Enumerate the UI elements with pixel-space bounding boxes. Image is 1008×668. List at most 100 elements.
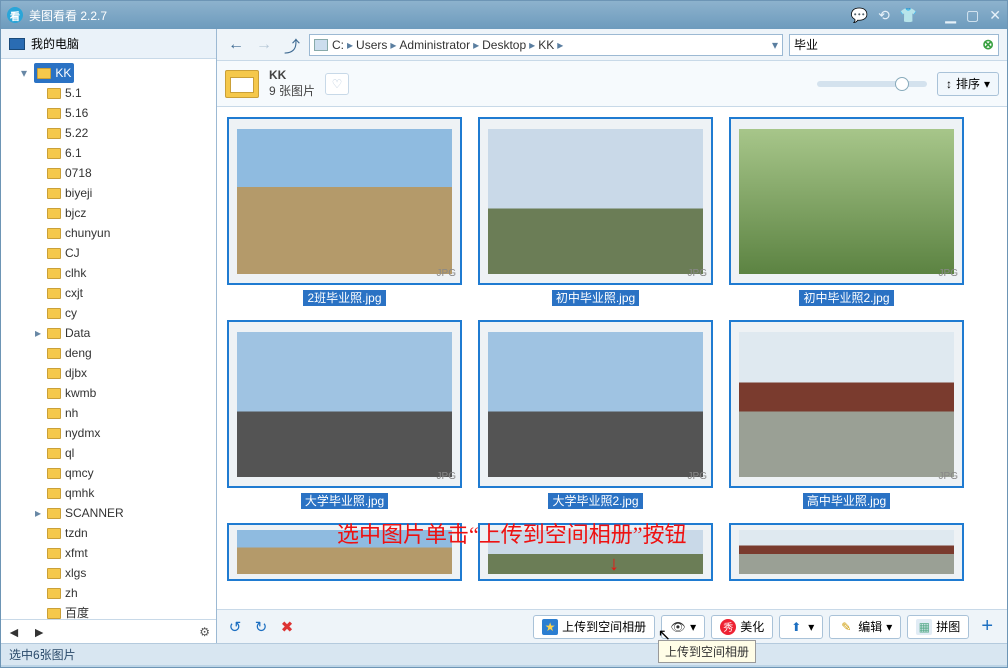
tree-node[interactable]: djbx [35,363,216,383]
thumbnail-image[interactable] [729,523,964,581]
favorite-button[interactable]: ♡ [325,73,349,95]
tree-node[interactable]: ▸SCANNER [35,503,216,523]
thumbnail-image[interactable]: JPG [478,117,713,285]
puzzle-button[interactable]: ▦ 拼图 [907,615,969,639]
rotate-left-button[interactable]: ↺ [225,617,245,637]
folder-icon [47,268,61,279]
refresh-icon[interactable]: ⟲ [878,7,890,24]
sidebar-header[interactable]: 我的电脑 [1,29,216,59]
expand-icon[interactable]: ▸ [35,504,45,522]
rotate-right-button[interactable]: ↻ [251,617,271,637]
add-button[interactable]: + [975,615,999,638]
thumbnail-image[interactable]: JPG [227,320,462,488]
chat-icon[interactable]: 💬 [851,7,868,24]
slider-thumb[interactable] [895,77,909,91]
tree-node[interactable]: xfmt [35,543,216,563]
sidebar-next-icon[interactable]: ► [32,624,46,640]
thumbnail-item[interactable]: JPG 初中毕业照2.jpg [729,117,964,306]
breadcrumb-segment[interactable]: C: [332,38,344,52]
folder-tree-scroll[interactable]: ▾ KK 5.15.165.226.10718biyejibjczchunyun… [1,59,216,619]
breadcrumb-segment[interactable]: Desktop [482,38,526,52]
search-clear-icon[interactable]: ⊗ [982,36,994,53]
breadcrumb-segment[interactable]: Users [356,38,387,52]
tree-node[interactable]: cy [35,303,216,323]
thumb-size-slider[interactable] [817,81,927,87]
thumbnail-image[interactable]: JPG [478,320,713,488]
tree-node[interactable]: xlgs [35,563,216,583]
tree-node[interactable]: 5.22 [35,123,216,143]
thumbnail-item[interactable]: JPG2班毕业照.jpg [227,117,462,306]
tree-node[interactable]: 百度 [35,603,216,619]
tree-node[interactable]: qmhk [35,483,216,503]
collapse-icon[interactable]: ▾ [21,64,31,82]
tree-node[interactable]: zh [35,583,216,603]
breadcrumb-segment[interactable]: KK [538,38,554,52]
thumbnail-row-partial [227,523,997,581]
tree-node[interactable]: nydmx [35,423,216,443]
folder-icon [47,468,61,479]
thumbnail-image[interactable] [478,523,713,581]
sort-button[interactable]: ↕ 排序 ▾ [937,72,999,96]
tree-node[interactable]: tzdn [35,523,216,543]
search-input[interactable] [794,38,982,52]
tree-node[interactable]: ql [35,443,216,463]
thumbnail-image[interactable]: JPG [729,117,964,285]
breadcrumb[interactable]: C:▸Users▸Administrator▸Desktop▸KK▸ ▾ [309,34,783,56]
tree-node[interactable]: chunyun [35,223,216,243]
folder-tree: ▾ KK 5.15.165.226.10718biyejibjczchunyun… [7,63,216,619]
tree-node[interactable]: 6.1 [35,143,216,163]
tree-node-kk[interactable]: ▾ KK 5.15.165.226.10718biyejibjczchunyun… [21,63,216,619]
tree-node[interactable]: 5.16 [35,103,216,123]
folder-icon [47,288,61,299]
edit-button[interactable]: ✎ 编辑 ▾ [829,615,901,639]
thumbnail-item[interactable] [478,523,713,581]
sidebar-settings-icon[interactable]: ⚙ [199,625,210,639]
drive-icon [314,39,328,51]
tree-node[interactable]: kwmb [35,383,216,403]
tree-node[interactable]: clhk [35,263,216,283]
tree-node[interactable]: 5.1 [35,83,216,103]
beautify-button[interactable]: 秀 美化 [711,615,773,639]
close-button[interactable]: ✕ [989,7,1001,24]
skin-icon[interactable]: 👕 [900,7,917,24]
thumbnail-item[interactable]: JPG初中毕业照.jpg [478,117,713,306]
title-bar: 看 美图看看 2.2.7 💬 ⟲ 👕 ▁ ▢ ✕ [1,1,1007,29]
tree-node[interactable]: cxjt [35,283,216,303]
thumbnail-area[interactable]: JPG2班毕业照.jpgJPG初中毕业照.jpgJPG初中毕业照2.jpgJPG… [217,107,1007,609]
delete-button[interactable]: ✖ [277,617,297,637]
thumbnail-image[interactable]: JPG [227,117,462,285]
minimize-button[interactable]: ▁ [945,7,956,24]
back-button[interactable]: ← [225,34,247,56]
thumbnail-item[interactable]: JPG高中毕业照.jpg [729,320,964,509]
sidebar-prev-icon[interactable]: ◄ [7,624,21,640]
tree-node[interactable]: deng [35,343,216,363]
chevron-right-icon: ▸ [557,38,563,52]
tree-node[interactable]: nh [35,403,216,423]
send-button[interactable]: ⬆ ▾ [779,615,823,639]
path-dropdown-icon[interactable]: ▾ [772,38,778,52]
tree-node[interactable]: biyeji [35,183,216,203]
tree-node[interactable]: qmcy [35,463,216,483]
folder-icon [47,448,61,459]
maximize-button[interactable]: ▢ [966,7,979,24]
folder-icon [47,588,61,599]
thumbnail-item[interactable]: JPG大学毕业照2.jpg [478,320,713,509]
expand-icon[interactable]: ▸ [35,324,45,342]
forward-button[interactable]: → [253,34,275,56]
tree-node[interactable]: 0718 [35,163,216,183]
tree-node[interactable]: CJ [35,243,216,263]
breadcrumb-segment[interactable]: Administrator [399,38,470,52]
thumbnail-item[interactable] [729,523,964,581]
thumbnail-image[interactable]: JPG [729,320,964,488]
thumbnail-item[interactable]: JPG大学毕业照.jpg [227,320,462,509]
upload-qzone-button[interactable]: ★ 上传到空间相册 [533,615,655,639]
tree-node[interactable]: ▸Data [35,323,216,343]
thumbnail-image[interactable] [227,523,462,581]
thumbnail-item[interactable] [227,523,462,581]
thumbnail-caption: 初中毕业照2.jpg [799,290,893,306]
photo-placeholder [739,530,954,574]
up-button[interactable]: ⤴ [281,34,303,56]
weibo-button[interactable]: 👁 ▾ [661,615,705,639]
tree-node[interactable]: bjcz [35,203,216,223]
tooltip: 上传到空间相册 [658,640,756,663]
